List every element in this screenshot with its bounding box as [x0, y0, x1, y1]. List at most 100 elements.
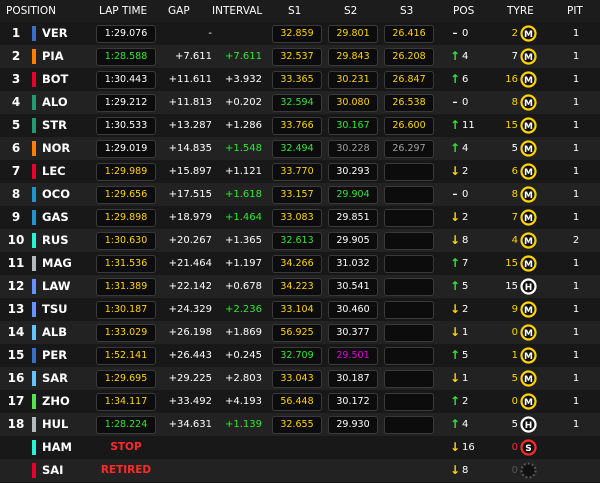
tyre-age: 5 [511, 373, 518, 384]
table-row[interactable]: 12 LAW 1:31.389 +22.142 +0.678 34.223 30.541 ↑ 5… [0, 275, 600, 298]
col-pos[interactable]: POS [453, 0, 474, 22]
sector-s2: 30.187 [328, 370, 378, 388]
table-row[interactable]: HAM STOP ↓ 16 0 S [0, 436, 600, 459]
driver-code[interactable]: SAI [42, 459, 63, 482]
tyre-age: 8 [511, 97, 518, 108]
tyre-medium-icon: M [520, 94, 537, 111]
sector-s2: 30.293 [328, 163, 378, 181]
driver-code[interactable]: PIA [42, 45, 64, 68]
sector-s3: 26.416 [384, 25, 434, 43]
driver-code[interactable]: HUL [42, 413, 68, 436]
sector-s3: 26.297 [384, 140, 434, 158]
tyre-medium-icon: M [520, 232, 537, 249]
table-row[interactable]: 4 ALO 1:29.212 +11.813 +0.202 32.594 30.080 26.… [0, 91, 600, 114]
driver-code[interactable]: SAR [42, 367, 68, 390]
table-row[interactable]: 3 BOT 1:30.443 +11.611 +3.932 33.365 30.231 26.… [0, 68, 600, 91]
driver-code[interactable]: OCO [42, 183, 70, 206]
table-row[interactable]: SAI RETIRED ↓ 8 0 [0, 459, 600, 482]
table-row[interactable]: 2 PIA 1:28.588 +7.611 +7.611 32.537 29.843 26.2… [0, 45, 600, 68]
col-s3[interactable]: S3 [400, 0, 413, 22]
interval-value: +1.464 [224, 212, 262, 223]
table-row[interactable]: 7 LEC 1:29.989 +15.897 +1.121 33.770 30.293 ↓ 2 6… [0, 160, 600, 183]
driver-code[interactable]: BOT [42, 68, 68, 91]
sector-s2: 29.501 [328, 347, 378, 365]
sector-s1: 33.770 [272, 163, 322, 181]
position-change: 1 [462, 327, 469, 338]
tyre-medium-icon: M [520, 209, 537, 226]
position-number: 3 [11, 72, 21, 86]
col-pit[interactable]: PIT [567, 0, 583, 22]
lap-time: 1:28.224 [96, 416, 156, 434]
table-row[interactable]: 5 STR 1:30.533 +13.287 +1.286 33.766 30.167 26.… [0, 114, 600, 137]
table-row[interactable]: 11 MAG 1:31.536 +21.464 +1.197 34.266 31.032 ↑ 7… [0, 252, 600, 275]
col-s1[interactable]: S1 [288, 0, 301, 22]
sector-s1: 33.365 [272, 71, 322, 89]
driver-code[interactable]: ALB [42, 321, 67, 344]
pit-count: 2 [572, 235, 580, 246]
dash-icon: – [452, 97, 458, 108]
driver-code[interactable]: TSU [42, 298, 67, 321]
position-change: 4 [462, 419, 469, 430]
position-change: 0 [462, 28, 469, 39]
tyre-medium-icon: M [520, 117, 537, 134]
driver-code[interactable]: ALO [42, 91, 68, 114]
arrow-up-icon: ↑ [449, 141, 461, 155]
table-row[interactable]: 17 ZHO 1:34.117 +33.492 +4.193 56.448 30.172 ↑ 2… [0, 390, 600, 413]
driver-code[interactable]: VER [42, 22, 68, 45]
tyre-age: 6 [511, 166, 518, 177]
col-interval[interactable]: INTERVAL [212, 0, 262, 22]
tyre-age: 15 [505, 281, 518, 292]
lap-time: 1:33.029 [96, 324, 156, 342]
sector-s1: 34.223 [272, 278, 322, 296]
tyre-compound: M [524, 329, 533, 339]
position-number: 7 [11, 164, 21, 178]
table-row[interactable]: 13 TSU 1:30.187 +24.329 +2.236 33.104 30.460 ↓ 2… [0, 298, 600, 321]
driver-code[interactable]: STR [42, 114, 67, 137]
driver-code[interactable]: NOR [42, 137, 70, 160]
gap-value: +26.443 [168, 350, 212, 361]
driver-code[interactable]: MAG [42, 252, 72, 275]
pit-count: 1 [572, 419, 580, 430]
tyre-age: 1 [511, 350, 518, 361]
table-row[interactable]: 14 ALB 1:33.029 +26.198 +1.869 56.925 30.377 ↓ 1… [0, 321, 600, 344]
table-row[interactable]: 6 NOR 1:29.019 +14.835 +1.548 32.494 30.228 26.… [0, 137, 600, 160]
driver-code[interactable]: HAM [42, 436, 72, 459]
driver-code[interactable]: PER [42, 344, 67, 367]
driver-code[interactable]: LEC [42, 160, 66, 183]
table-row[interactable]: 8 OCO 1:29.656 +17.515 +1.618 33.157 29.904 –0 8… [0, 183, 600, 206]
pit-count: 1 [572, 396, 580, 407]
pit-count: 1 [572, 28, 580, 39]
tyre-age: 7 [511, 51, 518, 62]
position-number: 8 [11, 187, 21, 201]
position-number: 10 [7, 233, 25, 247]
sector-s2: 30.541 [328, 278, 378, 296]
gap-value: +18.979 [168, 212, 212, 223]
sector-s2: 30.377 [328, 324, 378, 342]
sector-s3 [384, 278, 434, 296]
driver-code[interactable]: RUS [42, 229, 68, 252]
table-row[interactable]: 15 PER 1:52.141 +26.443 +0.245 32.709 29.501 ↑ 5… [0, 344, 600, 367]
position-change: 8 [462, 465, 469, 476]
col-lap-time[interactable]: LAP TIME [99, 0, 147, 22]
tyre-compound: M [524, 214, 533, 224]
position-change: 8 [462, 235, 469, 246]
position-number: 13 [7, 302, 25, 316]
driver-code[interactable]: ZHO [42, 390, 70, 413]
col-position[interactable]: POSITION [6, 0, 56, 22]
driver-code[interactable]: GAS [42, 206, 69, 229]
col-s2[interactable]: S2 [344, 0, 357, 22]
table-row[interactable]: 1 VER 1:29.076 - 32.859 29.801 26.416 –0 2 M 1 [0, 22, 600, 45]
table-row[interactable]: 10 RUS 1:30.630 +20.267 +1.365 32.613 29.905 ↓ 8… [0, 229, 600, 252]
interval-value: +0.678 [224, 281, 262, 292]
table-row[interactable]: 9 GAS 1:29.898 +18.979 +1.464 33.083 29.851 ↓ 2 7… [0, 206, 600, 229]
position-change: 0 [462, 97, 469, 108]
team-color-bar [32, 256, 36, 271]
position-number: 15 [7, 348, 25, 362]
lap-time: 1:29.076 [96, 25, 156, 43]
col-gap[interactable]: GAP [168, 0, 190, 22]
table-row[interactable]: 18 HUL 1:28.224 +34.631 +1.139 32.655 29.930 ↑ 4… [0, 413, 600, 436]
sector-s3 [384, 209, 434, 227]
driver-code[interactable]: LAW [42, 275, 70, 298]
table-row[interactable]: 16 SAR 1:29.695 +29.225 +2.803 33.043 30.187 ↓ 1… [0, 367, 600, 390]
col-tyre[interactable]: TYRE [507, 0, 534, 22]
